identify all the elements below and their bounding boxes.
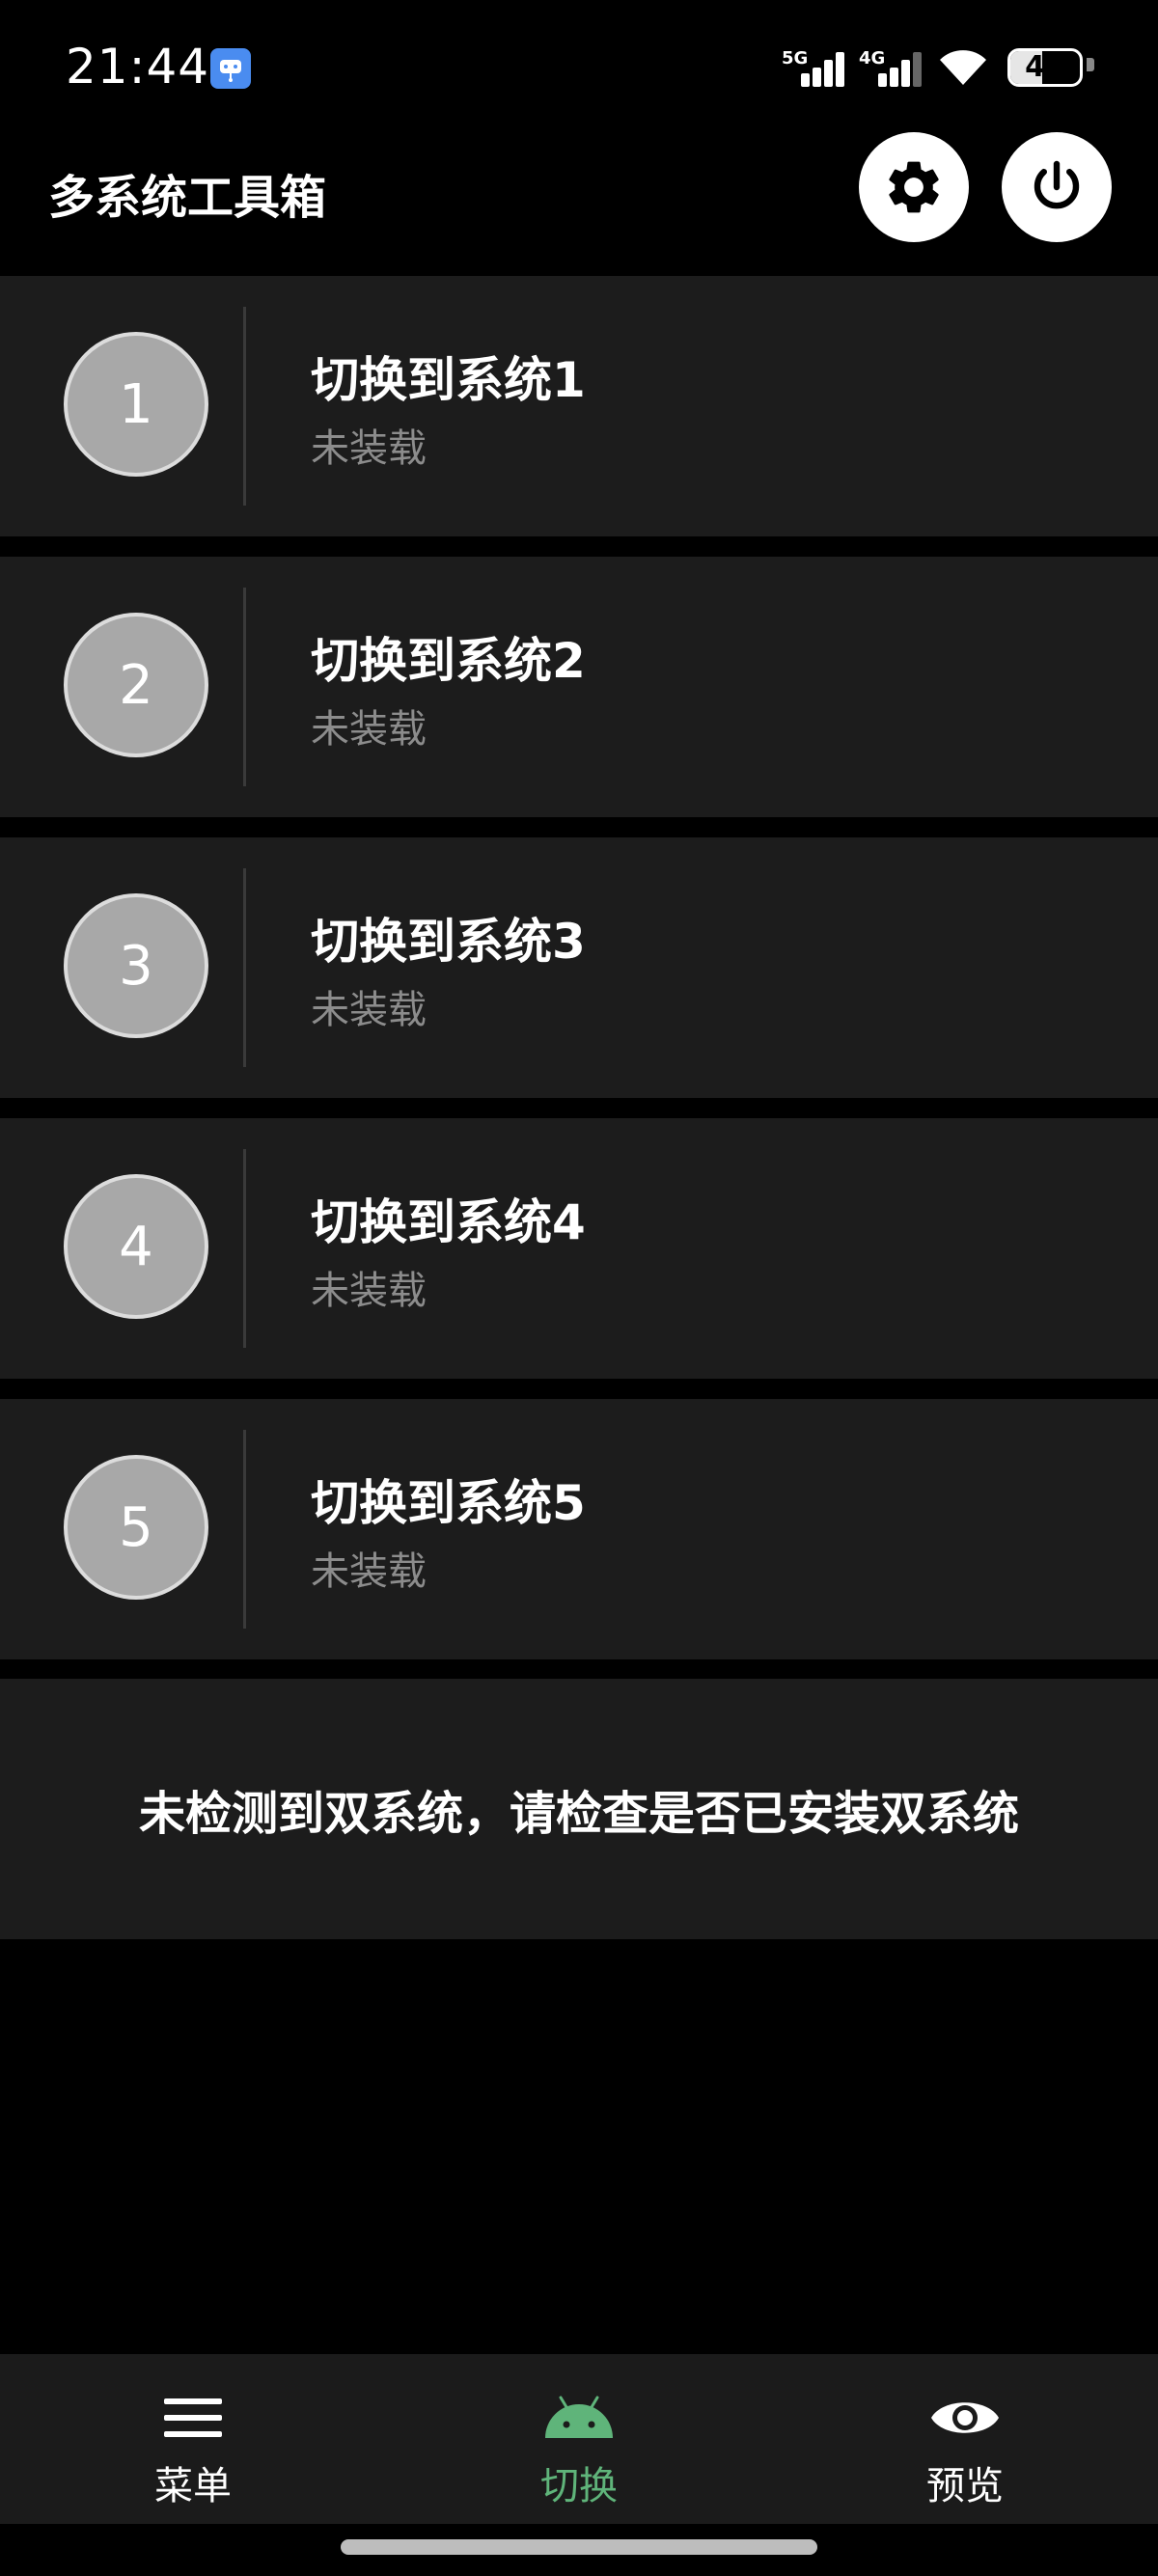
signal-icon: [791, 50, 849, 87]
system-number-badge: 5: [64, 1455, 208, 1600]
system-card-title: 切换到系统2: [311, 633, 586, 689]
system-card-title: 切换到系统4: [311, 1194, 586, 1250]
card-divider: [243, 1430, 246, 1629]
no-dual-system-notice: 未检测到双系统，请检查是否已安装双系统: [0, 1679, 1158, 1939]
bottom-navigation: 菜单 切换 预览: [0, 2354, 1158, 2524]
eye-icon: [931, 2402, 999, 2433]
card-divider: [243, 588, 246, 786]
nav-label-switch: 切换: [540, 2464, 618, 2508]
power-icon: [1034, 160, 1080, 209]
menu-icon: [164, 2398, 222, 2437]
settings-button[interactable]: [859, 132, 969, 242]
notification-app-icon: [210, 48, 251, 89]
system-card-status: 未装载: [311, 988, 427, 1032]
system-card-title: 切换到系统1: [311, 352, 586, 408]
system-card-4[interactable]: 4 切换到系统4 未装载: [0, 1118, 1158, 1379]
notice-text: 未检测到双系统，请检查是否已安装双系统: [138, 1787, 1019, 1841]
system-card-status: 未装载: [311, 1269, 427, 1313]
system-number-badge: 1: [64, 332, 208, 477]
card-divider: [243, 307, 246, 506]
status-bar: 21:44 5G 4G 46: [0, 0, 1158, 135]
wifi-icon: [936, 46, 990, 93]
nav-label-menu: 菜单: [154, 2464, 232, 2508]
card-divider: [243, 1149, 246, 1348]
system-number-badge: 2: [64, 613, 208, 757]
battery-indicator: 46: [1007, 48, 1083, 87]
signal-icon-2: [868, 50, 926, 87]
status-icons: 5G 4G 46: [782, 44, 1100, 93]
card-divider: [243, 868, 246, 1067]
system-card-title: 切换到系统3: [311, 914, 586, 970]
system-card-2[interactable]: 2 切换到系统2 未装载: [0, 557, 1158, 817]
app-title: 多系统工具箱: [48, 171, 327, 225]
system-card-status: 未装载: [311, 426, 427, 471]
system-card-1[interactable]: 1 切换到系统1 未装载: [0, 276, 1158, 536]
power-button[interactable]: [1002, 132, 1112, 242]
system-card-title: 切换到系统5: [311, 1475, 586, 1531]
system-card-status: 未装载: [311, 707, 427, 752]
battery-tip: [1087, 58, 1094, 71]
status-time: 21:44: [66, 39, 210, 95]
nav-item-menu[interactable]: 菜单: [0, 2354, 386, 2524]
nav-item-preview[interactable]: 预览: [772, 2354, 1158, 2524]
system-card-5[interactable]: 5 切换到系统5 未装载: [0, 1399, 1158, 1659]
system-number-badge: 3: [64, 893, 208, 1038]
gear-icon: [889, 161, 939, 213]
android-icon: [545, 2396, 613, 2438]
system-card-3[interactable]: 3 切换到系统3 未装载: [0, 837, 1158, 1098]
system-card-status: 未装载: [311, 1549, 427, 1594]
home-indicator[interactable]: [341, 2539, 817, 2555]
battery-percent: 46: [1025, 50, 1065, 84]
nav-item-switch[interactable]: 切换: [386, 2354, 772, 2524]
nav-label-preview: 预览: [926, 2464, 1004, 2508]
app-bar: 多系统工具箱: [0, 132, 1158, 275]
system-number-badge: 4: [64, 1174, 208, 1319]
